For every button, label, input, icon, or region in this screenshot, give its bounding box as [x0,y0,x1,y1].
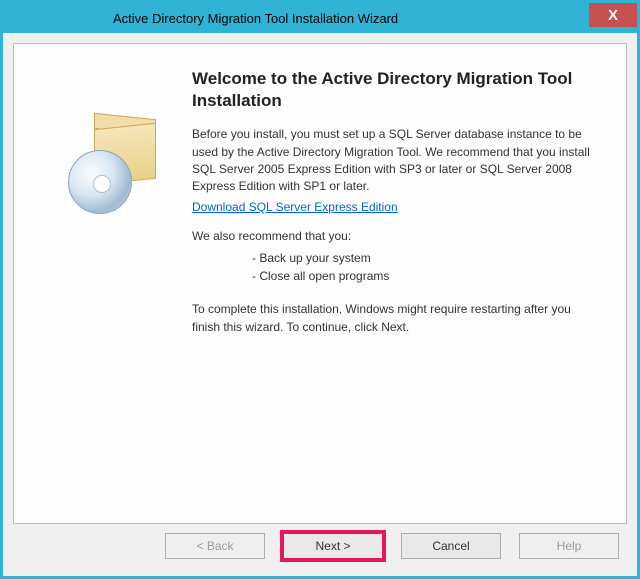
cancel-button[interactable]: Cancel [401,533,501,559]
page-heading: Welcome to the Active Directory Migratio… [192,68,602,112]
help-button: Help [519,533,619,559]
close-icon: X [608,7,618,24]
close-button[interactable]: X [589,3,637,27]
recommend-list: - Back up your system - Close all open p… [252,249,602,285]
recommend-item-close-programs: - Close all open programs [252,267,602,285]
button-row: < Back Next > Cancel Help [13,524,627,568]
window-title: Active Directory Migration Tool Installa… [3,11,398,26]
content-panel: Welcome to the Active Directory Migratio… [13,43,627,524]
client-area: Welcome to the Active Directory Migratio… [3,33,637,576]
recommend-item-backup: - Back up your system [252,249,602,267]
installer-icon [62,122,162,212]
installer-window: Active Directory Migration Tool Installa… [0,0,640,579]
intro-text: Before you install, you must set up a SQ… [192,126,602,196]
title-bar: Active Directory Migration Tool Installa… [3,3,637,33]
back-button: < Back [165,533,265,559]
recommend-intro: We also recommend that you: [192,228,602,245]
download-sql-link[interactable]: Download SQL Server Express Edition [192,200,398,214]
graphic-column [32,62,192,505]
outro-text: To complete this installation, Windows m… [192,301,602,336]
next-button[interactable]: Next > [283,533,383,559]
disc-shape [68,150,132,214]
text-column: Welcome to the Active Directory Migratio… [192,62,602,505]
